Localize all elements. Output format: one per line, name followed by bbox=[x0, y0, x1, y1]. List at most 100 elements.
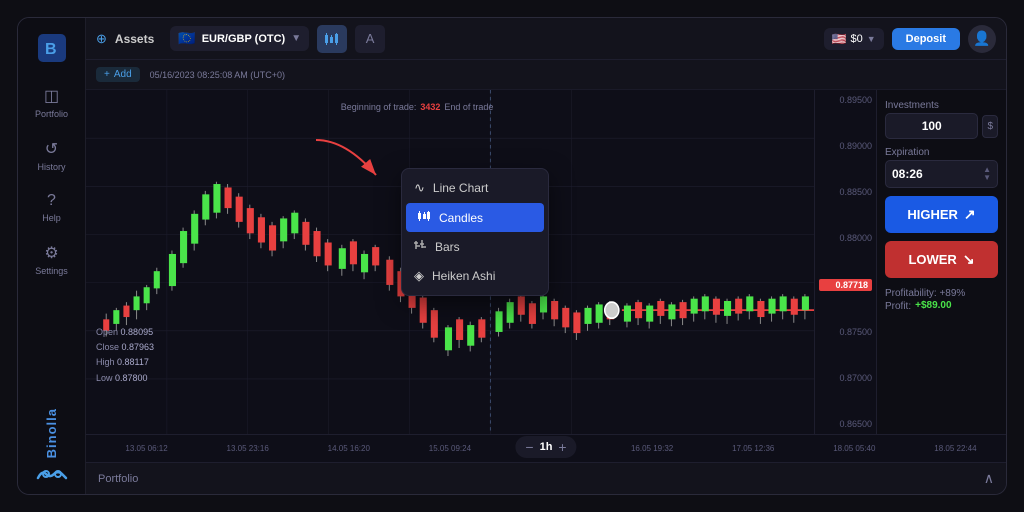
y-label-3: 0.88500 bbox=[819, 187, 872, 197]
investments-input-row: 100 $ bbox=[885, 113, 998, 139]
add-button[interactable]: + Add bbox=[96, 67, 140, 82]
x-label-7: 17.05 12:36 bbox=[703, 444, 804, 453]
pair-selector[interactable]: 🇪🇺 EUR/GBP (OTC) ▼ bbox=[170, 26, 309, 51]
sidebar: B ◫ Portfolio ↺ History ? Help ⚙ Setting… bbox=[18, 18, 86, 494]
sidebar-item-portfolio[interactable]: ◫ Portfolio bbox=[22, 78, 82, 127]
y-label-2: 0.89000 bbox=[819, 141, 872, 151]
trade-number: 3432 bbox=[420, 102, 440, 112]
investments-label: Investments bbox=[885, 100, 998, 111]
sub-header: + Add 05/16/2023 08:25:08 AM (UTC+0) bbox=[86, 60, 1006, 90]
deposit-button[interactable]: Deposit bbox=[892, 28, 960, 50]
expiration-input[interactable]: 08:26 ▲ ▼ bbox=[885, 160, 998, 188]
add-label: Add bbox=[114, 69, 132, 80]
candles-label: Candles bbox=[439, 211, 483, 225]
binolla-logo[interactable]: B bbox=[34, 30, 70, 66]
user-avatar[interactable]: 👤 bbox=[968, 25, 996, 53]
sidebar-bottom: Binolla bbox=[36, 400, 68, 482]
y-label-5: 0.87500 bbox=[819, 327, 872, 337]
trade-info: Beginning of trade: 3432 End of trade bbox=[341, 102, 494, 112]
bars-icon bbox=[414, 239, 427, 254]
line-chart-icon: ∿ bbox=[414, 180, 425, 196]
sidebar-settings-label: Settings bbox=[35, 266, 68, 276]
dropdown-candles[interactable]: Candles bbox=[406, 203, 544, 232]
datetime-label: 05/16/2023 08:25:08 AM (UTC+0) bbox=[150, 70, 285, 80]
dropdown-heiken-ashi[interactable]: ◈ Heiken Ashi bbox=[402, 261, 548, 291]
timeframe-plus-btn[interactable]: + bbox=[558, 439, 566, 455]
line-chart-label: Line Chart bbox=[433, 181, 488, 195]
timeframe-controls: − 1h + bbox=[515, 436, 576, 458]
right-panel: Investments 100 $ Expiration 08:26 ▲ ▼ bbox=[876, 90, 1006, 434]
profitability-label: Profitability: +89% bbox=[885, 288, 998, 299]
timeframe-value: 1h bbox=[540, 441, 553, 453]
expiration-section: Expiration 08:26 ▲ ▼ bbox=[885, 147, 998, 188]
bars-label: Bars bbox=[435, 240, 460, 254]
binolla-wave-logo bbox=[36, 466, 68, 482]
user-icon: 👤 bbox=[973, 30, 990, 47]
chart-type-dropdown: ∿ Line Chart bbox=[401, 168, 549, 296]
lower-label: LOWER bbox=[908, 252, 956, 267]
expiration-value: 08:26 bbox=[892, 167, 923, 181]
x-label-6: 16.05 19:32 bbox=[602, 444, 703, 453]
binolla-brand-text: Binolla bbox=[44, 408, 59, 458]
add-icon: + bbox=[104, 69, 110, 80]
trade-start-label: Beginning of trade: bbox=[341, 102, 417, 112]
sidebar-item-help[interactable]: ? Help bbox=[22, 184, 82, 231]
y-label-6: 0.87000 bbox=[819, 373, 872, 383]
heiken-ashi-label: Heiken Ashi bbox=[432, 269, 495, 283]
expiration-label: Expiration bbox=[885, 147, 998, 158]
candles-chart-icon bbox=[324, 32, 340, 46]
flag-icon: 🇪🇺 bbox=[178, 30, 195, 47]
y-label-7: 0.86500 bbox=[819, 419, 872, 429]
profit-info: Profitability: +89% Profit: +$89.00 bbox=[885, 286, 998, 312]
annotation-icon: A bbox=[366, 31, 375, 46]
app-container: B ◫ Portfolio ↺ History ? Help ⚙ Setting… bbox=[17, 17, 1007, 495]
sidebar-item-settings[interactable]: ⚙ Settings bbox=[22, 235, 82, 284]
lower-button[interactable]: LOWER ↘ bbox=[885, 241, 998, 278]
settings-icon: ⚙ bbox=[44, 243, 58, 263]
chart-right-container: Beginning of trade: 3432 End of trade bbox=[86, 90, 1006, 434]
sidebar-item-history[interactable]: ↺ History bbox=[22, 131, 82, 180]
balance-arrow-icon: ▼ bbox=[867, 34, 876, 44]
portfolio-collapse-btn[interactable]: ∧ bbox=[984, 470, 994, 487]
higher-label: HIGHER bbox=[907, 207, 958, 222]
higher-button[interactable]: HIGHER ↗ bbox=[885, 196, 998, 233]
plus-icon: ⊕ bbox=[96, 31, 107, 47]
main-area: ⊕ Assets 🇪🇺 EUR/GBP (OTC) ▼ bbox=[86, 18, 1006, 494]
timeframe-minus-btn[interactable]: − bbox=[525, 439, 533, 455]
balance-button[interactable]: 🇺🇸 $0 ▼ bbox=[824, 28, 884, 50]
history-icon: ↺ bbox=[45, 139, 58, 159]
investments-section: Investments 100 $ bbox=[885, 100, 998, 139]
profit-label: Profit: bbox=[885, 301, 911, 312]
lower-arrow-icon: ↘ bbox=[963, 251, 975, 268]
expiry-arrows: ▲ ▼ bbox=[983, 166, 991, 182]
x-label-1: 13.05 06:12 bbox=[96, 444, 197, 453]
y-label-4: 0.88000 bbox=[819, 233, 872, 243]
chart-type-candles-btn[interactable] bbox=[317, 25, 347, 53]
dropdown-line-chart[interactable]: ∿ Line Chart bbox=[402, 173, 548, 203]
x-label-9: 18.05 22:44 bbox=[905, 444, 1006, 453]
dropdown-bars[interactable]: Bars bbox=[402, 232, 548, 261]
sidebar-help-label: Help bbox=[42, 213, 61, 223]
x-label-3: 14.05 16:20 bbox=[298, 444, 399, 453]
dropdown-arrow-icon: ▼ bbox=[291, 33, 301, 44]
expiry-down-icon[interactable]: ▼ bbox=[983, 174, 991, 182]
header-right: 🇺🇸 $0 ▼ Deposit 👤 bbox=[824, 25, 996, 53]
portfolio-icon: ◫ bbox=[44, 86, 59, 106]
x-axis: 13.05 06:12 13.05 23:16 14.05 16:20 15.0… bbox=[86, 434, 1006, 462]
sidebar-history-label: History bbox=[37, 162, 65, 172]
x-label-8: 18.05 05:40 bbox=[804, 444, 905, 453]
current-price-badge: 0.87718 bbox=[819, 279, 872, 291]
sidebar-portfolio-label: Portfolio bbox=[35, 109, 68, 119]
chart-main: Beginning of trade: 3432 End of trade bbox=[86, 90, 814, 434]
chart-type-alt-btn[interactable]: A bbox=[355, 25, 385, 53]
investments-input[interactable]: 100 bbox=[885, 113, 978, 139]
header: ⊕ Assets 🇪🇺 EUR/GBP (OTC) ▼ bbox=[86, 18, 1006, 60]
higher-arrow-icon: ↗ bbox=[964, 206, 976, 223]
heiken-ashi-icon: ◈ bbox=[414, 268, 424, 284]
portfolio-label: Portfolio bbox=[98, 473, 138, 485]
help-icon: ? bbox=[47, 192, 56, 210]
chart-container: Beginning of trade: 3432 End of trade bbox=[86, 90, 876, 434]
profit-row: Profit: +$89.00 bbox=[885, 299, 998, 312]
portfolio-bar: Portfolio ∧ bbox=[86, 462, 1006, 494]
investments-unit: $ bbox=[982, 115, 998, 138]
